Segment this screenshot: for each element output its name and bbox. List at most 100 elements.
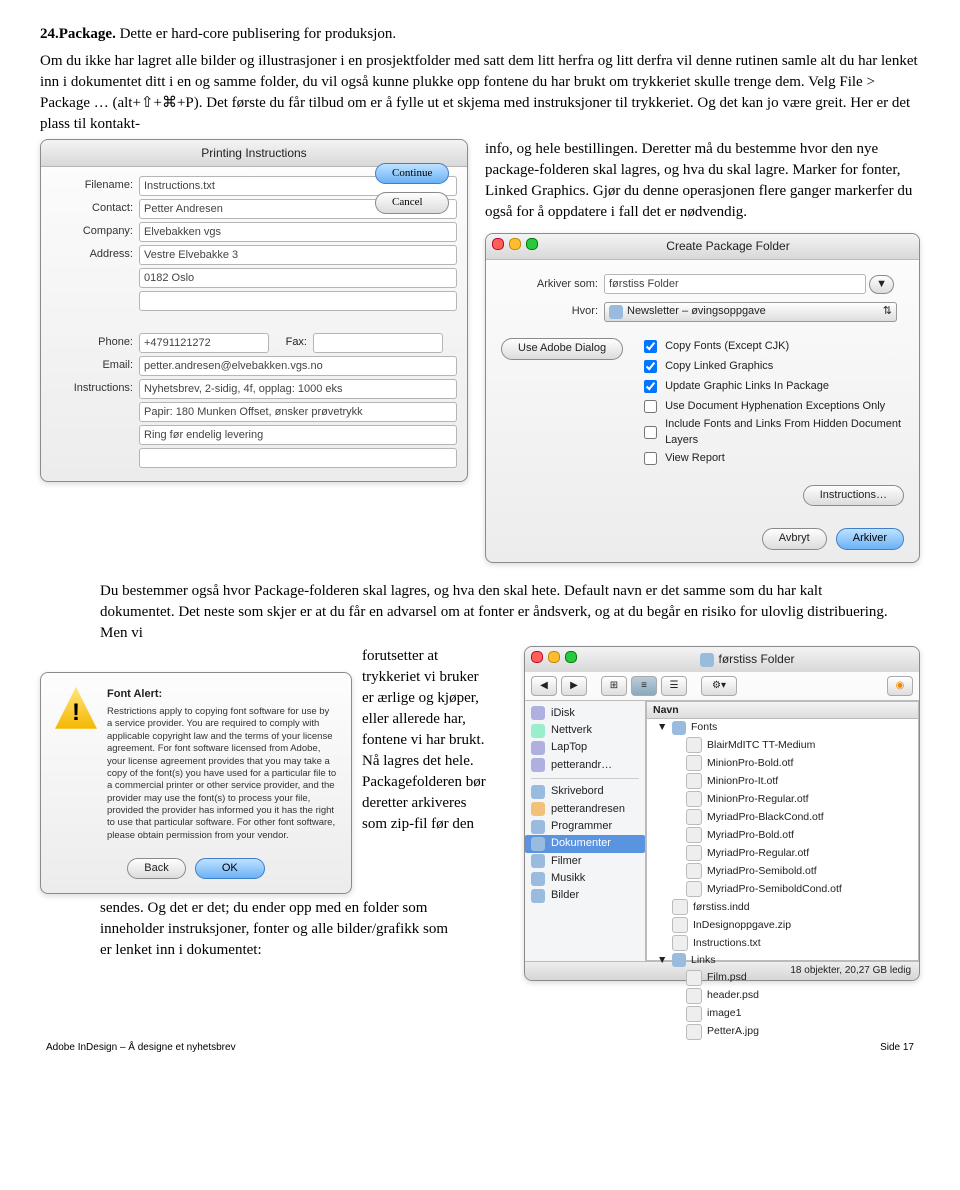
checkbox[interactable] [644,360,657,373]
option-label: View Report [665,451,725,466]
list-item[interactable]: MinionPro-Regular.otf [647,790,918,808]
save-as-field[interactable] [604,274,866,294]
list-item[interactable]: header.psd [647,987,918,1005]
email-field[interactable] [139,356,457,376]
sidebar-item[interactable]: Filmer [525,853,645,870]
arkiver-button[interactable]: Arkiver [836,528,904,549]
zoom-icon[interactable] [526,238,538,250]
close-icon[interactable] [492,238,504,250]
ok-button[interactable]: OK [195,858,265,879]
close-icon[interactable] [531,651,543,663]
checkbox[interactable] [644,400,657,413]
sidebar-item[interactable]: Bilder [525,887,645,904]
sidebar-item[interactable]: Dokumenter [525,835,645,852]
address-label: Address: [51,247,139,262]
list-item[interactable]: BlairMdITC TT-Medium [647,736,918,754]
sidebar-item[interactable]: petterandr… [525,757,645,774]
list-item[interactable]: MyriadPro-SemiboldCond.otf [647,880,918,898]
file-icon [686,755,702,771]
fwd-nav-button[interactable]: ▶ [561,676,587,696]
item-label: MyriadPro-BlackCond.otf [707,810,824,825]
inst3-field[interactable] [139,425,457,445]
continue-button[interactable]: Continue [375,163,449,184]
font-alert-dialog: Font Alert: Restrictions apply to copyin… [40,672,352,895]
list-item[interactable]: MinionPro-Bold.otf [647,754,918,772]
sidebar-item[interactable]: Nettverk [525,722,645,739]
sidebar-icon [531,758,545,772]
inst1-field[interactable] [139,379,457,399]
back-button[interactable]: Back [127,858,185,879]
list-item[interactable]: førstiss.indd [647,898,918,916]
list-item[interactable]: PetterA.jpg [647,1023,918,1041]
file-icon [686,1006,702,1022]
list-item[interactable]: Instructions.txt [647,934,918,952]
address1-field[interactable] [139,245,457,265]
avbryt-button[interactable]: Avbryt [762,528,827,549]
sidebar-icon [531,802,545,816]
list-view-button[interactable]: ≡ [631,676,657,696]
list-item[interactable]: MinionPro-It.otf [647,772,918,790]
file-icon [686,1024,702,1040]
fax-field[interactable] [313,333,443,353]
sidebar-icon [531,889,545,903]
column-header-name[interactable]: Navn [653,703,679,718]
back-nav-button[interactable]: ◀ [531,676,557,696]
list-item[interactable]: MyriadPro-Regular.otf [647,844,918,862]
paragraph-2c: sendes. Og det er det; du ender opp med … [100,898,460,961]
checkbox[interactable] [644,340,657,353]
action-button[interactable]: ⚙▾ [701,676,737,696]
list-item[interactable]: InDesignoppgave.zip [647,916,918,934]
package-option[interactable]: Use Document Hyphenation Exceptions Only [640,397,907,416]
address3-field[interactable] [139,291,457,311]
footer-left: Adobe InDesign – Å designe et nyhetsbrev [46,1041,236,1055]
sidebar-label: petterandr… [551,758,612,773]
icon-view-button[interactable]: ⊞ [601,676,627,696]
package-option[interactable]: View Report [640,449,907,468]
disclosure-icon[interactable]: ▼ [657,720,667,735]
item-label: MyriadPro-Bold.otf [707,828,794,843]
company-field[interactable] [139,222,457,242]
sidebar-item[interactable]: Programmer [525,818,645,835]
sidebar-item[interactable]: iDisk [525,705,645,722]
sidebar-icon [531,741,545,755]
inst2-field[interactable] [139,402,457,422]
checkbox[interactable] [644,380,657,393]
burn-icon[interactable]: ◉ [887,676,913,696]
phone-label: Phone: [51,335,139,350]
checkbox[interactable] [644,426,657,439]
minimize-icon[interactable] [548,651,560,663]
list-item[interactable]: MyriadPro-Bold.otf [647,826,918,844]
sidebar-icon [531,724,545,738]
package-option[interactable]: Copy Linked Graphics [640,357,907,376]
sidebar-label: petterandresen [551,802,625,817]
phone-field[interactable] [139,333,269,353]
use-adobe-dialog-button[interactable]: Use Adobe Dialog [501,338,623,359]
disclosure-icon[interactable]: ▼ [657,953,667,968]
sidebar-item[interactable]: LapTop [525,739,645,756]
zoom-icon[interactable] [565,651,577,663]
expand-button[interactable]: ▼ [869,275,894,294]
where-label: Hvor: [508,304,604,319]
finder-window: førstiss Folder ◀ ▶ ⊞ ≡ ☰ ⚙▾ ◉ iDiskNett… [524,646,920,981]
sidebar-item[interactable]: Skrivebord [525,783,645,800]
package-option[interactable]: Include Fonts and Links From Hidden Docu… [640,417,907,448]
column-view-button[interactable]: ☰ [661,676,687,696]
list-item[interactable]: MyriadPro-Semibold.otf [647,862,918,880]
list-item[interactable]: image1 [647,1005,918,1023]
package-option[interactable]: Copy Fonts (Except CJK) [640,337,907,356]
sidebar-item[interactable]: Musikk [525,870,645,887]
inst4-field[interactable] [139,448,457,468]
where-dropdown[interactable]: Newsletter – øvingsoppgave⇅ [604,302,897,322]
instructions-button[interactable]: Instructions… [803,485,904,506]
list-item[interactable]: ▼Fonts [647,719,918,736]
package-option[interactable]: Update Graphic Links In Package [640,377,907,396]
minimize-icon[interactable] [509,238,521,250]
sidebar-item[interactable]: petterandresen [525,801,645,818]
option-label: Copy Fonts (Except CJK) [665,339,789,354]
list-item[interactable]: MyriadPro-BlackCond.otf [647,808,918,826]
cancel-button[interactable]: Cancel [375,192,449,213]
checkbox[interactable] [644,452,657,465]
item-label: image1 [707,1006,741,1021]
sidebar-label: LapTop [551,740,587,755]
address2-field[interactable] [139,268,457,288]
